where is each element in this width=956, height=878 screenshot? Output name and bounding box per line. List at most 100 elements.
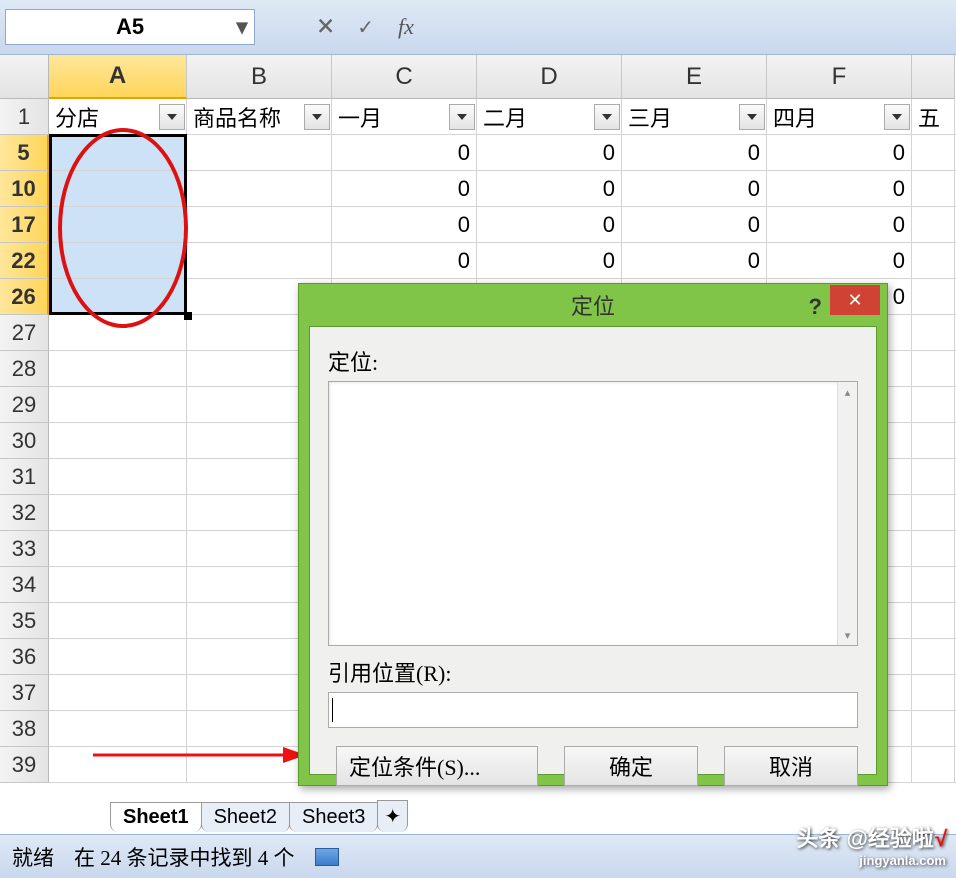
cell[interactable] xyxy=(187,171,332,206)
special-button[interactable]: 定位条件(S)... xyxy=(336,746,538,786)
row-header[interactable]: 27 xyxy=(0,315,49,351)
cell[interactable]: 分店 xyxy=(49,99,187,134)
row-header[interactable]: 38 xyxy=(0,711,49,747)
name-box[interactable]: A5 ▾ xyxy=(5,9,255,45)
filter-dropdown-icon[interactable] xyxy=(159,104,185,130)
sheet-tab[interactable]: Sheet1 xyxy=(110,802,202,832)
row-header[interactable]: 10 xyxy=(0,171,49,207)
cell[interactable] xyxy=(49,747,187,782)
col-header[interactable]: D xyxy=(477,55,622,99)
cell[interactable] xyxy=(187,135,332,170)
reference-input[interactable] xyxy=(328,692,858,728)
cell[interactable] xyxy=(912,495,955,530)
cell[interactable] xyxy=(912,747,955,782)
cell[interactable] xyxy=(49,459,187,494)
ok-button[interactable]: 确定 xyxy=(564,746,698,786)
cell[interactable] xyxy=(49,675,187,710)
cell[interactable] xyxy=(49,531,187,566)
row-header[interactable]: 26 xyxy=(0,279,49,315)
row-header[interactable]: 31 xyxy=(0,459,49,495)
sheet-tab[interactable]: Sheet3 xyxy=(289,802,378,832)
name-box-dropdown-icon[interactable]: ▾ xyxy=(233,13,251,41)
filter-dropdown-icon[interactable] xyxy=(449,104,475,130)
cell[interactable]: 商品名称 xyxy=(187,99,332,134)
cell[interactable] xyxy=(49,315,187,350)
cell[interactable] xyxy=(49,603,187,638)
cell[interactable]: 一月 xyxy=(332,99,477,134)
cell[interactable]: 0 xyxy=(767,243,912,278)
row-header[interactable]: 17 xyxy=(0,207,49,243)
row-header[interactable]: 33 xyxy=(0,531,49,567)
filter-dropdown-icon[interactable] xyxy=(594,104,620,130)
cell[interactable] xyxy=(912,675,955,710)
cell[interactable]: 0 xyxy=(477,207,622,242)
row-header[interactable]: 22 xyxy=(0,243,49,279)
new-sheet-tab[interactable]: ✦ xyxy=(377,800,408,832)
row-header[interactable]: 5 xyxy=(0,135,49,171)
cell[interactable] xyxy=(912,639,955,674)
cell[interactable] xyxy=(912,351,955,386)
cell[interactable] xyxy=(912,243,955,278)
col-header[interactable]: C xyxy=(332,55,477,99)
cell[interactable] xyxy=(912,567,955,602)
cell[interactable]: 0 xyxy=(332,135,477,170)
cell[interactable]: 0 xyxy=(767,171,912,206)
row-header[interactable]: 36 xyxy=(0,639,49,675)
goto-listbox[interactable]: ▴ ▾ xyxy=(328,381,858,646)
cell[interactable] xyxy=(49,243,187,278)
cell[interactable]: 0 xyxy=(332,207,477,242)
cell[interactable] xyxy=(49,135,187,170)
filter-dropdown-icon[interactable] xyxy=(884,104,910,130)
cell[interactable]: 三月 xyxy=(622,99,767,134)
cell[interactable]: 0 xyxy=(332,243,477,278)
col-header[interactable]: F xyxy=(767,55,912,99)
row-header[interactable]: 29 xyxy=(0,387,49,423)
fill-handle[interactable] xyxy=(184,312,192,320)
filter-dropdown-icon[interactable] xyxy=(304,104,330,130)
cell[interactable] xyxy=(187,243,332,278)
cell[interactable]: 0 xyxy=(767,135,912,170)
cell[interactable] xyxy=(912,459,955,494)
cancel-button[interactable]: 取消 xyxy=(724,746,858,786)
cell[interactable]: 四月 xyxy=(767,99,912,134)
cancel-formula-icon[interactable]: 🗙 xyxy=(318,10,333,44)
cell[interactable] xyxy=(49,351,187,386)
row-header[interactable]: 28 xyxy=(0,351,49,387)
scroll-up-icon[interactable]: ▴ xyxy=(838,382,857,402)
scrollbar[interactable]: ▴ ▾ xyxy=(837,382,857,645)
cell[interactable]: 0 xyxy=(622,135,767,170)
filter-dropdown-icon[interactable] xyxy=(739,104,765,130)
help-icon[interactable]: ? xyxy=(809,294,822,320)
cell[interactable]: 0 xyxy=(477,243,622,278)
cell[interactable] xyxy=(912,279,955,314)
cell[interactable] xyxy=(912,135,955,170)
row-header[interactable]: 37 xyxy=(0,675,49,711)
enter-formula-icon[interactable]: ✓ xyxy=(357,15,374,40)
row-header[interactable]: 35 xyxy=(0,603,49,639)
fx-icon[interactable]: fx xyxy=(398,14,414,40)
cell[interactable] xyxy=(49,387,187,422)
col-header[interactable]: E xyxy=(622,55,767,99)
row-header[interactable]: 1 xyxy=(0,99,49,135)
cell[interactable] xyxy=(49,423,187,458)
cell[interactable] xyxy=(912,603,955,638)
cell[interactable] xyxy=(912,711,955,746)
row-header[interactable]: 39 xyxy=(0,747,49,783)
cell[interactable]: 0 xyxy=(477,135,622,170)
cell[interactable] xyxy=(49,279,187,314)
cell[interactable]: 0 xyxy=(622,171,767,206)
row-header[interactable]: 30 xyxy=(0,423,49,459)
cell[interactable] xyxy=(49,567,187,602)
cell[interactable] xyxy=(912,171,955,206)
cell[interactable] xyxy=(49,495,187,530)
cell[interactable] xyxy=(49,207,187,242)
cell[interactable] xyxy=(187,207,332,242)
cell[interactable]: 0 xyxy=(767,207,912,242)
cell[interactable] xyxy=(912,531,955,566)
col-header[interactable] xyxy=(912,55,955,99)
cell[interactable] xyxy=(912,423,955,458)
cell[interactable] xyxy=(49,171,187,206)
cell[interactable]: 二月 xyxy=(477,99,622,134)
col-header[interactable]: A xyxy=(49,55,187,99)
sheet-tab[interactable]: Sheet2 xyxy=(201,802,290,832)
